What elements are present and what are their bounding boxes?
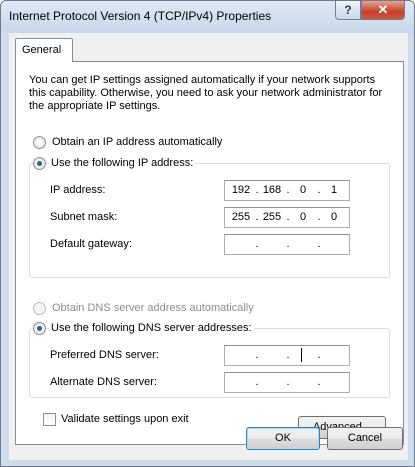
octet-dot: .	[317, 376, 321, 388]
dns-manual-radio[interactable]	[33, 322, 46, 335]
dns-manual-label[interactable]: Use the following DNS server addresses:	[49, 322, 254, 334]
dns-auto-label: Obtain DNS server address automatically	[50, 302, 256, 314]
properties-dialog: Internet Protocol Version 4 (TCP/IPv4) P…	[0, 0, 415, 467]
alternate-dns-label: Alternate DNS server:	[50, 376, 157, 388]
mask-octet-1: 255	[231, 211, 251, 223]
subnet-mask-label: Subnet mask:	[50, 211, 118, 223]
alternate-dns-input[interactable]: . . .	[224, 372, 350, 393]
validate-checkbox[interactable]	[43, 413, 56, 426]
octet-dot: .	[286, 349, 290, 361]
preferred-dns-input[interactable]: . . .	[224, 345, 350, 366]
octet-dot: .	[317, 238, 321, 250]
general-panel: You can get IP settings assigned automat…	[15, 61, 404, 445]
mask-octet-2: 255	[262, 211, 282, 223]
octet-dot: .	[255, 211, 259, 223]
window-title: Internet Protocol Version 4 (TCP/IPv4) P…	[9, 9, 272, 23]
ip-auto-radio[interactable]	[33, 136, 46, 149]
ip-group: Use the following IP address: IP address…	[29, 157, 390, 278]
octet-dot: .	[286, 184, 290, 196]
dialog-client: General You can get IP settings assigned…	[9, 33, 408, 460]
cancel-button[interactable]: Cancel	[327, 427, 403, 450]
default-gateway-input[interactable]: . . .	[224, 234, 350, 255]
mask-octet-3: 0	[299, 211, 307, 223]
octet-dot: .	[286, 376, 290, 388]
mask-octet-4: 0	[330, 211, 338, 223]
ok-button[interactable]: OK	[246, 427, 320, 450]
octet-dot: .	[317, 184, 321, 196]
octet-dot: .	[255, 349, 259, 361]
tab-general[interactable]: General	[15, 38, 73, 62]
ip-address-label: IP address:	[50, 184, 106, 196]
title-bar[interactable]: Internet Protocol Version 4 (TCP/IPv4) P…	[1, 1, 414, 33]
help-icon: ?	[344, 3, 352, 17]
default-gateway-label: Default gateway:	[50, 238, 132, 250]
ip-octet-4: 1	[330, 184, 338, 196]
description-text: You can get IP settings assigned automat…	[29, 74, 383, 112]
dns-group: Use the following DNS server addresses: …	[29, 322, 390, 398]
ip-octet-2: 168	[262, 184, 282, 196]
ip-auto-label[interactable]: Obtain an IP address automatically	[50, 136, 225, 148]
ip-manual-radio[interactable]	[33, 157, 46, 170]
text-caret	[301, 348, 302, 362]
octet-dot: .	[255, 376, 259, 388]
ip-manual-label[interactable]: Use the following IP address:	[49, 157, 196, 169]
octet-dot: .	[317, 211, 321, 223]
ip-octet-3: 0	[299, 184, 307, 196]
validate-label[interactable]: Validate settings upon exit	[59, 413, 191, 425]
help-button[interactable]: ?	[335, 1, 361, 20]
ip-address-input[interactable]: 192 . 168 . 0 . 1	[224, 180, 350, 201]
close-button[interactable]: ✕	[361, 1, 405, 20]
tab-general-label: General	[22, 44, 62, 56]
octet-dot: .	[255, 184, 259, 196]
preferred-dns-label: Preferred DNS server:	[50, 349, 159, 361]
dns-auto-radio	[33, 302, 46, 315]
ip-octet-1: 192	[231, 184, 251, 196]
subnet-mask-input[interactable]: 255 . 255 . 0 . 0	[224, 207, 350, 228]
octet-dot: .	[317, 349, 321, 361]
octet-dot: .	[255, 238, 259, 250]
octet-dot: .	[286, 211, 290, 223]
octet-dot: .	[286, 238, 290, 250]
close-icon: ✕	[377, 2, 389, 17]
